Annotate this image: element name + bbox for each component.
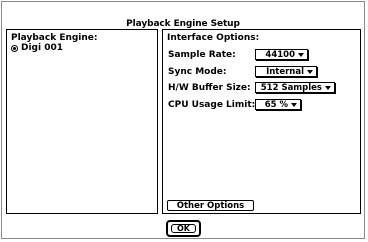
ok-button[interactable]: OK [171,224,196,233]
sync-mode-popup[interactable]: Internal [255,66,317,77]
hw-buffer-size-value: 512 Samples [260,82,322,93]
radio-selected-icon[interactable] [11,44,18,52]
other-options-button[interactable]: Other Options [167,200,254,211]
dropdown-arrow-icon [307,69,313,74]
sample-rate-value: 44100 [265,49,295,60]
sync-mode-value: Internal [266,66,304,77]
dialog-title: Playback Engine Setup [126,19,240,29]
cpu-usage-limit-popup[interactable]: 65 % [255,99,301,110]
interface-options-panel: Interface Options: Sample Rate: 44100 Sy… [162,29,361,214]
hw-buffer-size-label: H/W Buffer Size: [168,83,251,93]
sample-rate-popup[interactable]: 44100 [255,49,308,60]
playback-engine-dialog: Playback Engine Setup Playback Engine: D… [1,1,365,239]
dropdown-arrow-icon [298,52,304,57]
cpu-usage-limit-value: 65 % [264,99,288,110]
cpu-usage-limit-label: CPU Usage Limit: [168,100,256,110]
engine-option-digi-001[interactable]: Digi 001 [11,43,63,53]
playback-engine-heading: Playback Engine: [11,33,98,43]
dropdown-arrow-icon [325,85,331,90]
playback-engine-panel: Playback Engine: Digi 001 [6,29,158,214]
sync-mode-label: Sync Mode: [168,67,227,77]
engine-option-label: Digi 001 [21,43,64,53]
dropdown-arrow-icon [291,102,297,107]
hw-buffer-size-popup[interactable]: 512 Samples [255,82,335,93]
ok-default-ring: OK [166,220,201,237]
interface-options-heading: Interface Options: [167,33,260,43]
sample-rate-label: Sample Rate: [168,50,236,60]
